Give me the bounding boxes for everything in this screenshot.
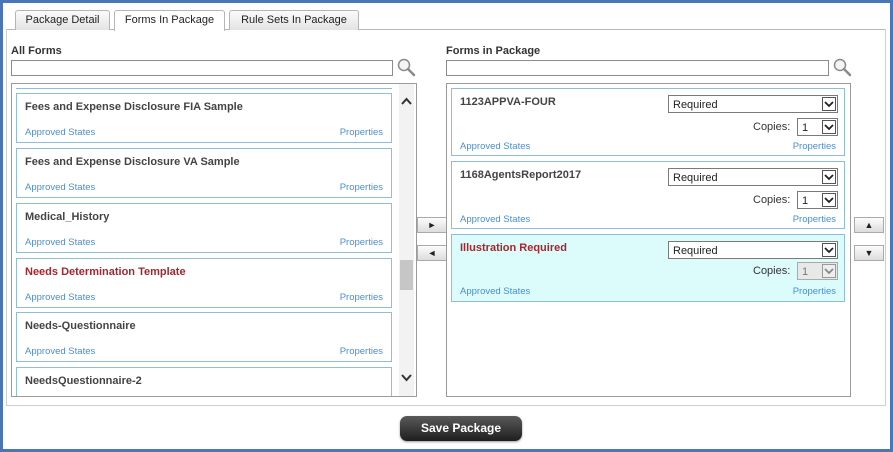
remove-from-package-button[interactable]: ◄ <box>417 245 447 261</box>
requirement-select[interactable]: Required <box>668 168 838 186</box>
approved-states-link[interactable]: Approved States <box>25 346 95 357</box>
form-name: 1123APPVA-FOUR <box>460 96 556 108</box>
copies-select[interactable]: 1 <box>797 191 838 209</box>
form-name-required: Illustration Required <box>460 242 567 254</box>
package-forms-list[interactable]: 1123APPVA-FOUR Required Copies: 1 Approv… <box>446 83 851 397</box>
requirement-value: Required <box>673 172 718 184</box>
chevron-down-icon <box>822 264 836 278</box>
all-forms-scrollbar[interactable] <box>399 84 414 396</box>
window-frame: Package Detail Forms In Package Rule Set… <box>0 0 893 452</box>
move-up-button[interactable]: ▲ <box>854 217 884 233</box>
list-item[interactable]: Needs Determination Template Approved St… <box>16 258 392 308</box>
chevron-down-icon <box>822 170 836 184</box>
properties-link[interactable]: Properties <box>793 286 836 297</box>
properties-link[interactable]: Properties <box>340 292 383 303</box>
forms-in-package-title: Forms in Package <box>446 45 541 57</box>
save-package-button[interactable]: Save Package <box>400 416 522 441</box>
copies-value: 1 <box>802 122 809 134</box>
approved-states-link[interactable]: Approved States <box>460 214 530 225</box>
all-forms-search-input[interactable] <box>11 60 393 76</box>
requirement-value: Required <box>673 99 718 111</box>
all-forms-list[interactable]: Fees and Expense Disclosure FIA Sample A… <box>11 83 417 397</box>
list-item[interactable]: Needs-Questionnaire Approved States Prop… <box>16 312 392 362</box>
package-item-selected[interactable]: Illustration Required Required Copies: 1… <box>451 234 845 302</box>
properties-link[interactable]: Properties <box>340 346 383 357</box>
approved-states-link[interactable]: Approved States <box>25 127 95 138</box>
chevron-down-icon <box>822 243 836 257</box>
form-name: Medical_History <box>25 211 110 223</box>
scroll-thumb[interactable] <box>400 260 413 290</box>
package-item[interactable]: 1123APPVA-FOUR Required Copies: 1 Approv… <box>451 88 845 156</box>
copies-value: 1 <box>802 195 809 207</box>
add-to-package-button[interactable]: ► <box>417 217 447 233</box>
list-item[interactable]: NeedsQuestionnaire-2 <box>16 367 392 396</box>
tab-forms-in-package[interactable]: Forms In Package <box>114 10 225 31</box>
approved-states-link[interactable]: Approved States <box>460 286 530 297</box>
properties-link[interactable]: Properties <box>340 127 383 138</box>
tab-package-detail[interactable]: Package Detail <box>15 10 110 30</box>
requirement-value: Required <box>673 245 718 257</box>
form-name: Fees and Expense Disclosure FIA Sample <box>25 101 243 113</box>
form-name: Needs-Questionnaire <box>25 320 136 332</box>
move-down-button[interactable]: ▼ <box>854 245 884 261</box>
copies-select-disabled: 1 <box>797 262 838 280</box>
approved-states-link[interactable]: Approved States <box>25 182 95 193</box>
copies-label: Copies: <box>753 265 791 277</box>
scroll-up-icon[interactable] <box>399 94 414 109</box>
form-name-required: Needs Determination Template <box>25 266 186 278</box>
properties-link[interactable]: Properties <box>793 141 836 152</box>
properties-link[interactable]: Properties <box>793 214 836 225</box>
search-icon[interactable] <box>832 57 852 77</box>
list-item-partial <box>16 84 392 89</box>
package-search-input[interactable] <box>446 60 829 76</box>
tab-rule-sets-in-package[interactable]: Rule Sets In Package <box>229 10 359 30</box>
approved-states-link[interactable]: Approved States <box>25 292 95 303</box>
search-icon[interactable] <box>396 57 416 77</box>
chevron-down-icon <box>822 193 836 207</box>
form-name: NeedsQuestionnaire-2 <box>25 375 142 387</box>
approved-states-link[interactable]: Approved States <box>460 141 530 152</box>
form-name: 1168AgentsReport2017 <box>460 169 582 181</box>
copies-label: Copies: <box>753 121 791 133</box>
properties-link[interactable]: Properties <box>340 182 383 193</box>
form-name: Fees and Expense Disclosure VA Sample <box>25 156 240 168</box>
properties-link[interactable]: Properties <box>340 237 383 248</box>
all-forms-title: All Forms <box>11 45 62 57</box>
copies-value: 1 <box>802 266 809 278</box>
requirement-select[interactable]: Required <box>668 241 838 259</box>
list-item[interactable]: Fees and Expense Disclosure VA Sample Ap… <box>16 148 392 198</box>
chevron-down-icon <box>822 120 836 134</box>
list-item[interactable]: Medical_History Approved States Properti… <box>16 203 392 253</box>
tab-bar: Package Detail Forms In Package Rule Set… <box>6 6 885 31</box>
chevron-down-icon <box>822 97 836 111</box>
copies-select[interactable]: 1 <box>797 118 838 136</box>
list-item[interactable]: Fees and Expense Disclosure FIA Sample A… <box>16 93 392 143</box>
requirement-select[interactable]: Required <box>668 95 838 113</box>
approved-states-link[interactable]: Approved States <box>25 237 95 248</box>
package-item[interactable]: 1168AgentsReport2017 Required Copies: 1 … <box>451 161 845 229</box>
scroll-down-icon[interactable] <box>399 370 414 385</box>
copies-label: Copies: <box>753 194 791 206</box>
